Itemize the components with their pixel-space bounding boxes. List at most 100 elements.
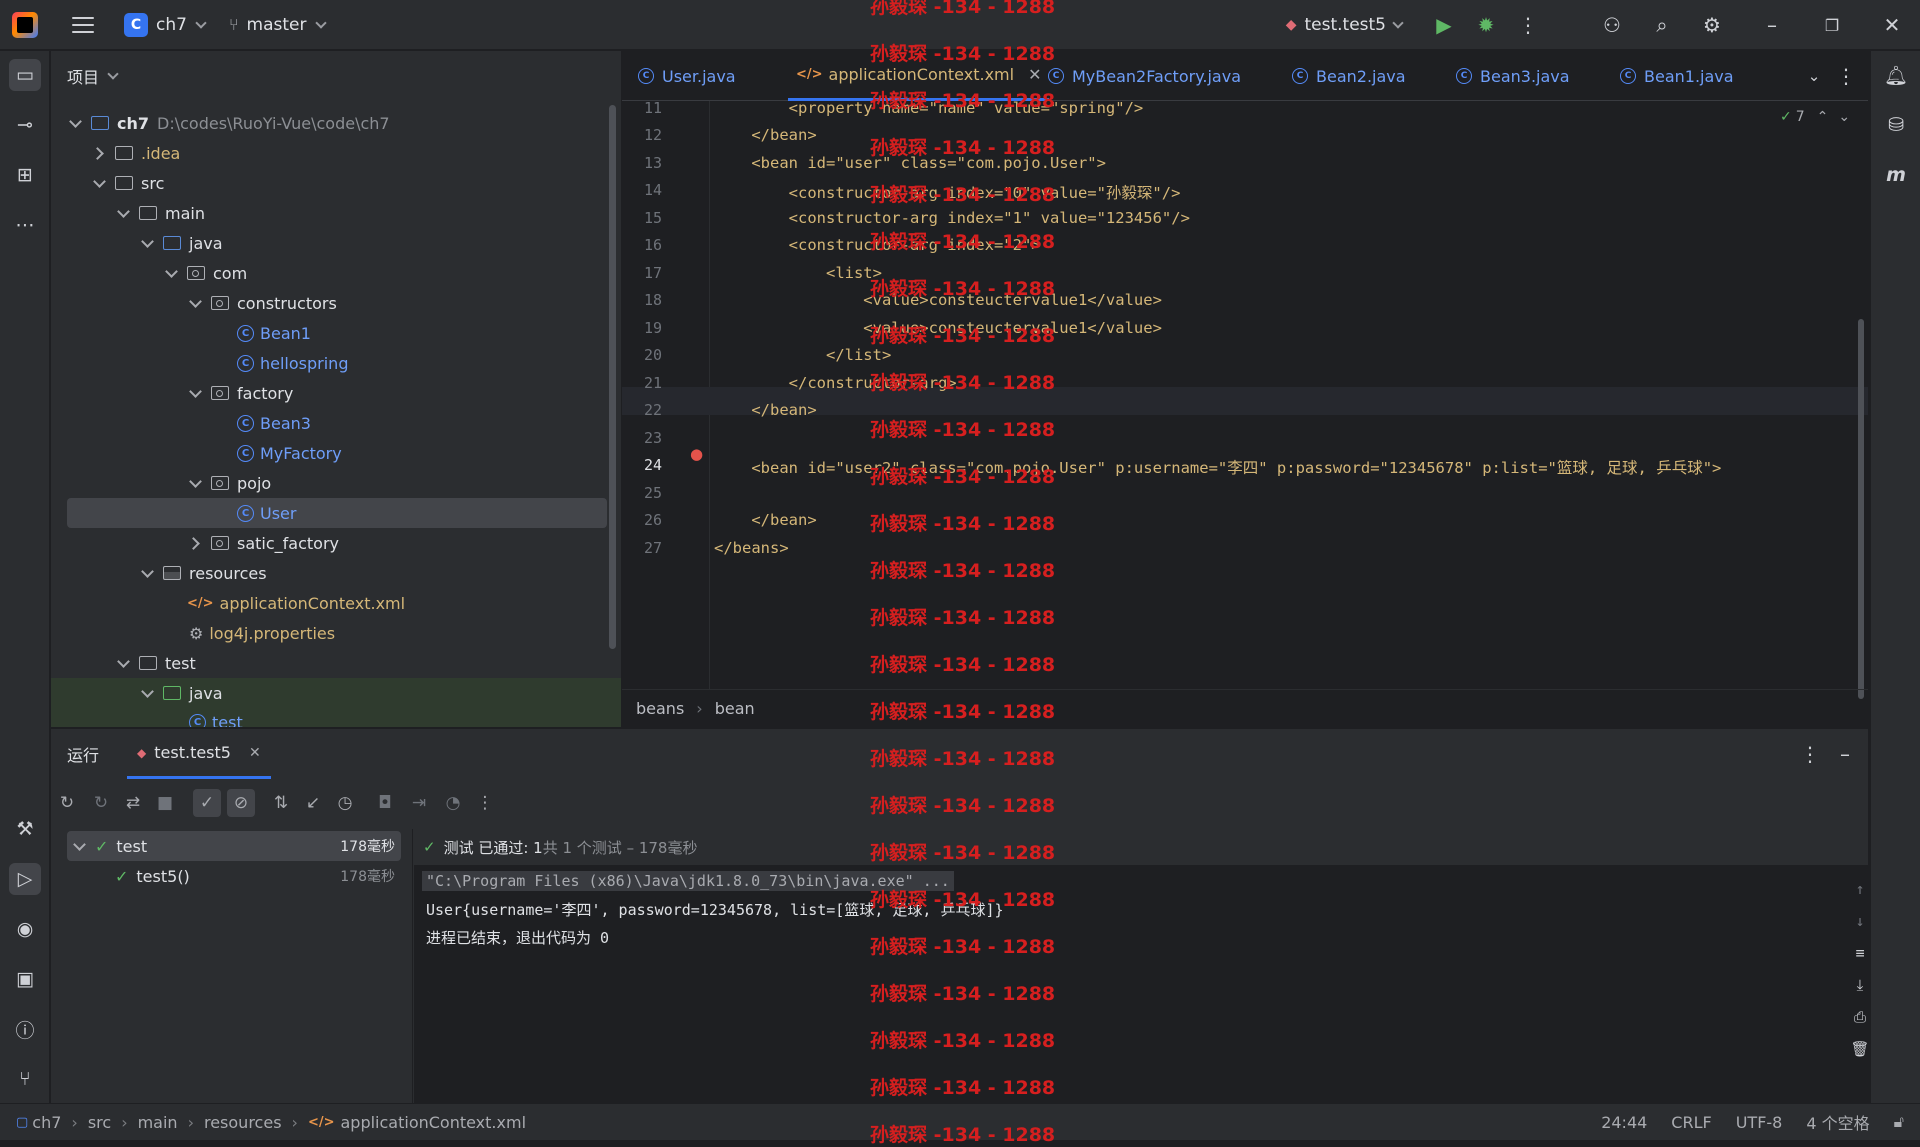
scroll-down-icon[interactable]: ↓ [1848, 909, 1872, 933]
run-tool-icon[interactable]: ▷ [9, 863, 41, 895]
expand-arrow-icon[interactable] [189, 387, 201, 399]
lightbulb-icon[interactable]: ● [690, 445, 703, 463]
tab-bean1-java[interactable]: C Bean1.java [1620, 51, 1734, 101]
tree-item[interactable]: factory [51, 378, 293, 408]
expand-arrow-icon[interactable] [141, 687, 153, 699]
settings-icon[interactable]: ⚙ [1700, 13, 1724, 37]
restore-icon[interactable]: ❐ [1820, 13, 1844, 37]
expand-arrow-icon[interactable] [189, 297, 201, 309]
line-separator[interactable]: CRLF [1671, 1113, 1711, 1132]
tree-item[interactable]: java [51, 678, 621, 708]
tree-item[interactable]: ch7 D:\codes\RuoYi-Vue\code\ch7 [51, 108, 611, 138]
tree-item[interactable]: constructors [51, 288, 337, 318]
tab-list-chevron-icon[interactable]: ⌄ [1802, 64, 1826, 88]
tree-item[interactable]: pojo [51, 468, 271, 498]
structure-icon[interactable]: ⊞ [9, 159, 41, 191]
app-logo-icon[interactable] [12, 11, 38, 38]
collapse-icon[interactable]: ↙ [301, 791, 325, 815]
git-icon[interactable]: ⑂ [9, 1063, 41, 1095]
tab-more-icon[interactable]: ⋮ [1834, 64, 1858, 88]
tree-item[interactable]: com [51, 258, 247, 288]
expand-arrow-icon[interactable] [141, 567, 153, 579]
add-user-icon[interactable]: ⚇ [1600, 13, 1624, 37]
status-path-item[interactable]: resources [204, 1113, 282, 1132]
project-scrollbar[interactable] [609, 105, 616, 649]
status-path-item[interactable]: main [138, 1113, 178, 1132]
hide-panel-icon[interactable]: – [1833, 742, 1857, 766]
print-icon[interactable]: ⎙ [1848, 1005, 1872, 1029]
show-ignored-icon[interactable]: ⊘ [227, 789, 255, 817]
expand-arrow-icon[interactable] [141, 237, 153, 249]
coverage-icon[interactable]: ◔ [441, 791, 465, 815]
close-tab-icon[interactable]: ✕ [249, 745, 261, 761]
snapshot-icon[interactable]: ◘ [373, 791, 397, 815]
soft-wrap-icon[interactable]: ≡ [1848, 941, 1872, 965]
tree-item[interactable]: resources [51, 558, 267, 588]
branch-selector[interactable]: ⑂ master [229, 0, 335, 50]
rerun-icon[interactable]: ↻ [55, 791, 79, 815]
commit-icon[interactable]: ⊸ [9, 109, 41, 141]
history-icon[interactable]: ◷ [333, 791, 357, 815]
tab-mybean2factory-java[interactable]: C MyBean2Factory.java [1048, 51, 1241, 101]
run-tab[interactable]: ◆ test.test5 ✕ [127, 729, 271, 779]
prev-highlight-icon[interactable]: ⌃ [1817, 109, 1829, 125]
expand-arrow-icon[interactable] [117, 657, 129, 669]
console-output[interactable]: "C:\Program Files (x86)\Java\jdk1.8.0_73… [414, 865, 1870, 1104]
project-selector[interactable]: C ch7 [94, 0, 215, 50]
tree-item[interactable]: C hellospring [51, 348, 348, 378]
close-tab-icon[interactable]: ✕ [1028, 65, 1041, 84]
expand-arrow-icon[interactable] [117, 207, 129, 219]
project-folder-icon[interactable]: ▭ [9, 59, 41, 91]
tree-item[interactable]: src [51, 168, 164, 198]
editor-scrollbar[interactable] [1858, 319, 1864, 699]
more-tools-icon[interactable]: ⋯ [9, 209, 41, 241]
tab-user-java[interactable]: C User.java [638, 51, 736, 101]
tree-item[interactable]: test [51, 648, 196, 678]
expand-arrow-icon[interactable] [69, 117, 81, 129]
tree-item[interactable]: C Bean3 [51, 408, 311, 438]
problems-icon[interactable]: ⓘ [9, 1013, 41, 1045]
import-icon[interactable]: ⇥ [407, 791, 431, 815]
tab-bean3-java[interactable]: C Bean3.java [1456, 51, 1570, 101]
stop-icon[interactable]: ■ [153, 791, 177, 815]
minimize-icon[interactable]: – [1760, 13, 1784, 37]
run-icon[interactable]: ▶ [1432, 13, 1456, 37]
search-icon[interactable]: ⌕ [1650, 13, 1674, 37]
debug-icon[interactable]: ✹ [1474, 13, 1498, 37]
status-path-item[interactable]: src [88, 1113, 111, 1132]
terminal-icon[interactable]: ▣ [9, 963, 41, 995]
more-icon[interactable]: ⋮ [473, 791, 497, 815]
clear-console-icon[interactable]: 🗑︎ [1848, 1037, 1872, 1061]
tree-item[interactable]: ⚙ log4j.properties [51, 618, 335, 648]
toggle-auto-test-icon[interactable]: ⇄ [121, 791, 145, 815]
run-panel-options-icon[interactable]: ⋮ [1798, 742, 1822, 766]
sort-icon[interactable]: ⇅ [269, 791, 293, 815]
services-icon[interactable]: ◉ [9, 913, 41, 945]
tree-item[interactable]: C Bean1 [51, 318, 311, 348]
tree-item[interactable]: </> applicationContext.xml [51, 588, 405, 618]
test-row[interactable]: ✓ test5() 178毫秒 [67, 861, 401, 891]
show-passed-icon[interactable]: ✓ [193, 789, 221, 817]
status-path-item[interactable]: ch7 [32, 1113, 61, 1132]
rerun-failed-icon[interactable]: ↻ [89, 791, 113, 815]
lock-icon[interactable]: 🔓︎ [1894, 1112, 1904, 1132]
expand-arrow-icon[interactable] [189, 477, 201, 489]
tree-item[interactable]: satic_factory [51, 528, 339, 558]
tree-item[interactable]: java [51, 228, 223, 258]
main-menu-icon[interactable] [72, 16, 94, 33]
more-actions-icon[interactable]: ⋮ [1516, 13, 1540, 37]
expand-arrow-icon[interactable] [73, 840, 85, 852]
tree-item[interactable]: main [51, 198, 205, 228]
tree-item[interactable]: C test [51, 708, 621, 727]
file-encoding[interactable]: UTF-8 [1736, 1113, 1783, 1132]
expand-arrow-icon[interactable] [189, 537, 201, 549]
breadcrumb-item[interactable]: bean [715, 699, 755, 718]
expand-arrow-icon[interactable] [93, 147, 105, 159]
notifications-icon[interactable]: 🔔︎ [1880, 59, 1912, 91]
expand-arrow-icon[interactable] [165, 267, 177, 279]
maven-icon[interactable]: m [1880, 159, 1912, 191]
indent-setting[interactable]: 4 个空格 [1806, 1110, 1869, 1134]
scroll-to-end-icon[interactable]: ⤓ [1848, 973, 1872, 997]
tab-bean2-java[interactable]: C Bean2.java [1292, 51, 1406, 101]
scroll-up-icon[interactable]: ↑ [1848, 877, 1872, 901]
